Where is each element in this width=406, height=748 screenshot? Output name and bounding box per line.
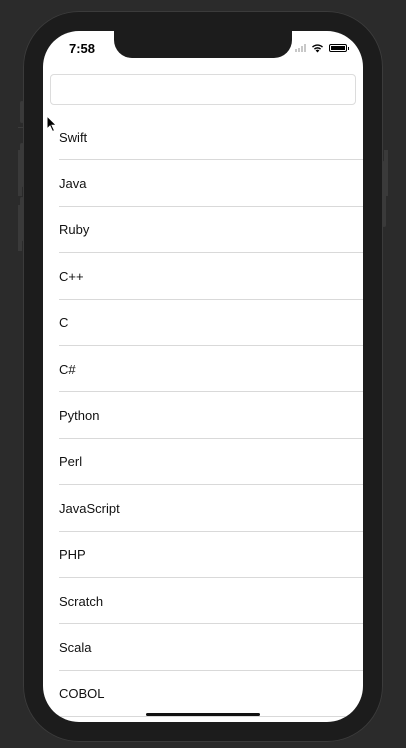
list-item[interactable]: Scala [43, 624, 363, 672]
list-item[interactable]: COBOL [43, 671, 363, 718]
cellular-signal-icon [295, 44, 306, 52]
list-item[interactable]: Scratch [43, 578, 363, 625]
list-item-label: Scratch [59, 593, 104, 609]
list-item-label: Java [59, 176, 87, 192]
list-item-label: COBOL [59, 686, 105, 702]
home-indicator[interactable] [146, 713, 260, 716]
device-notch [114, 31, 292, 58]
list-item-label: Ruby [59, 222, 90, 238]
list-item[interactable]: JavaScript [43, 485, 363, 532]
list-item[interactable]: Python [43, 392, 363, 440]
list-item[interactable]: Ruby [43, 207, 363, 254]
list-item[interactable]: Java [43, 160, 363, 208]
list-item[interactable]: PHP [43, 532, 363, 579]
list-item-label: PHP [59, 547, 86, 563]
language-list: Swift Java Ruby C++ C C# Python Perl JavaScript P… [43, 114, 363, 718]
list-item-label: Perl [59, 454, 83, 470]
list-item-label: JavaScript [59, 500, 120, 516]
simulator-background: 7:58 Swift Java Ruby C++ C C# Python Perl JavaSc… [0, 0, 406, 748]
battery-icon [329, 44, 349, 52]
list-item-label: C [59, 315, 69, 331]
app-screen: 7:58 Swift Java Ruby C++ C C# Python Perl JavaSc… [43, 31, 363, 722]
mouse-pointer-icon [46, 115, 58, 133]
volume-down-button [20, 197, 24, 241]
list-item-label: C++ [59, 268, 84, 284]
list-item[interactable]: Swift [43, 114, 363, 161]
mute-switch [20, 101, 24, 123]
list-item[interactable]: C++ [43, 253, 363, 300]
status-bar-icons [295, 43, 349, 53]
power-button [382, 161, 386, 227]
list-item-label: Swift [59, 129, 88, 145]
status-bar-time: 7:58 [69, 41, 96, 56]
volume-up-button [20, 143, 24, 187]
search-input[interactable] [50, 74, 356, 105]
list-item-label: Python [59, 408, 100, 424]
list-item[interactable]: Perl [43, 439, 363, 486]
list-item-label: C# [59, 361, 76, 377]
wifi-icon [312, 44, 323, 53]
list-item-label: Scala [59, 639, 92, 655]
list-item[interactable]: C# [43, 346, 363, 393]
list-item[interactable]: C [43, 300, 363, 347]
